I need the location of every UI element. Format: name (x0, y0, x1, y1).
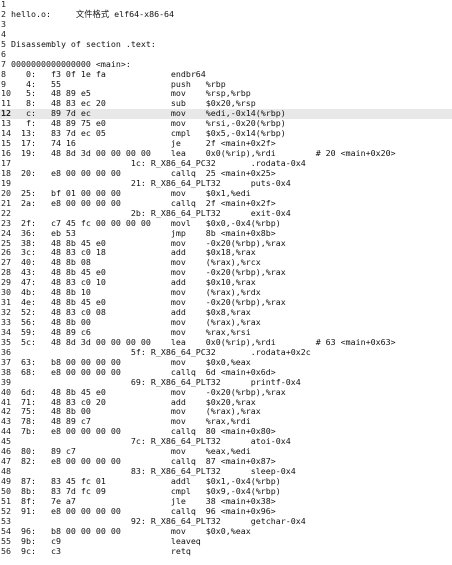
editor-line[interactable]: 2 hello.o: 文件格式 elf64-x86-64 (0, 9, 452, 20)
line-text[interactable]: Disassembly of section .text: (1, 39, 156, 50)
editor-line[interactable]: 5 Disassembly of section .text: (0, 39, 452, 50)
line-text[interactable]: 9c: c3 retq (1, 546, 191, 557)
editor-line[interactable]: 8 0: f3 0f 1e fa endbr64 (0, 69, 452, 80)
editor-line[interactable]: 40 6d: 48 8b 45 e0 mov -0x20(%rbp),%rax (0, 387, 452, 398)
editor-line[interactable]: 56 9c: c3 retq (0, 546, 452, 557)
line-text[interactable]: hello.o: 文件格式 elf64-x86-64 (1, 9, 174, 20)
editor-line[interactable]: 24 36: eb 53 jmp 8b <main+0x8b> (0, 228, 452, 239)
text-editor[interactable]: 12 hello.o: 文件格式 elf64-x86-64 3 4 5 Disasse… (0, 0, 452, 565)
editor-line[interactable]: 3 (0, 19, 452, 30)
